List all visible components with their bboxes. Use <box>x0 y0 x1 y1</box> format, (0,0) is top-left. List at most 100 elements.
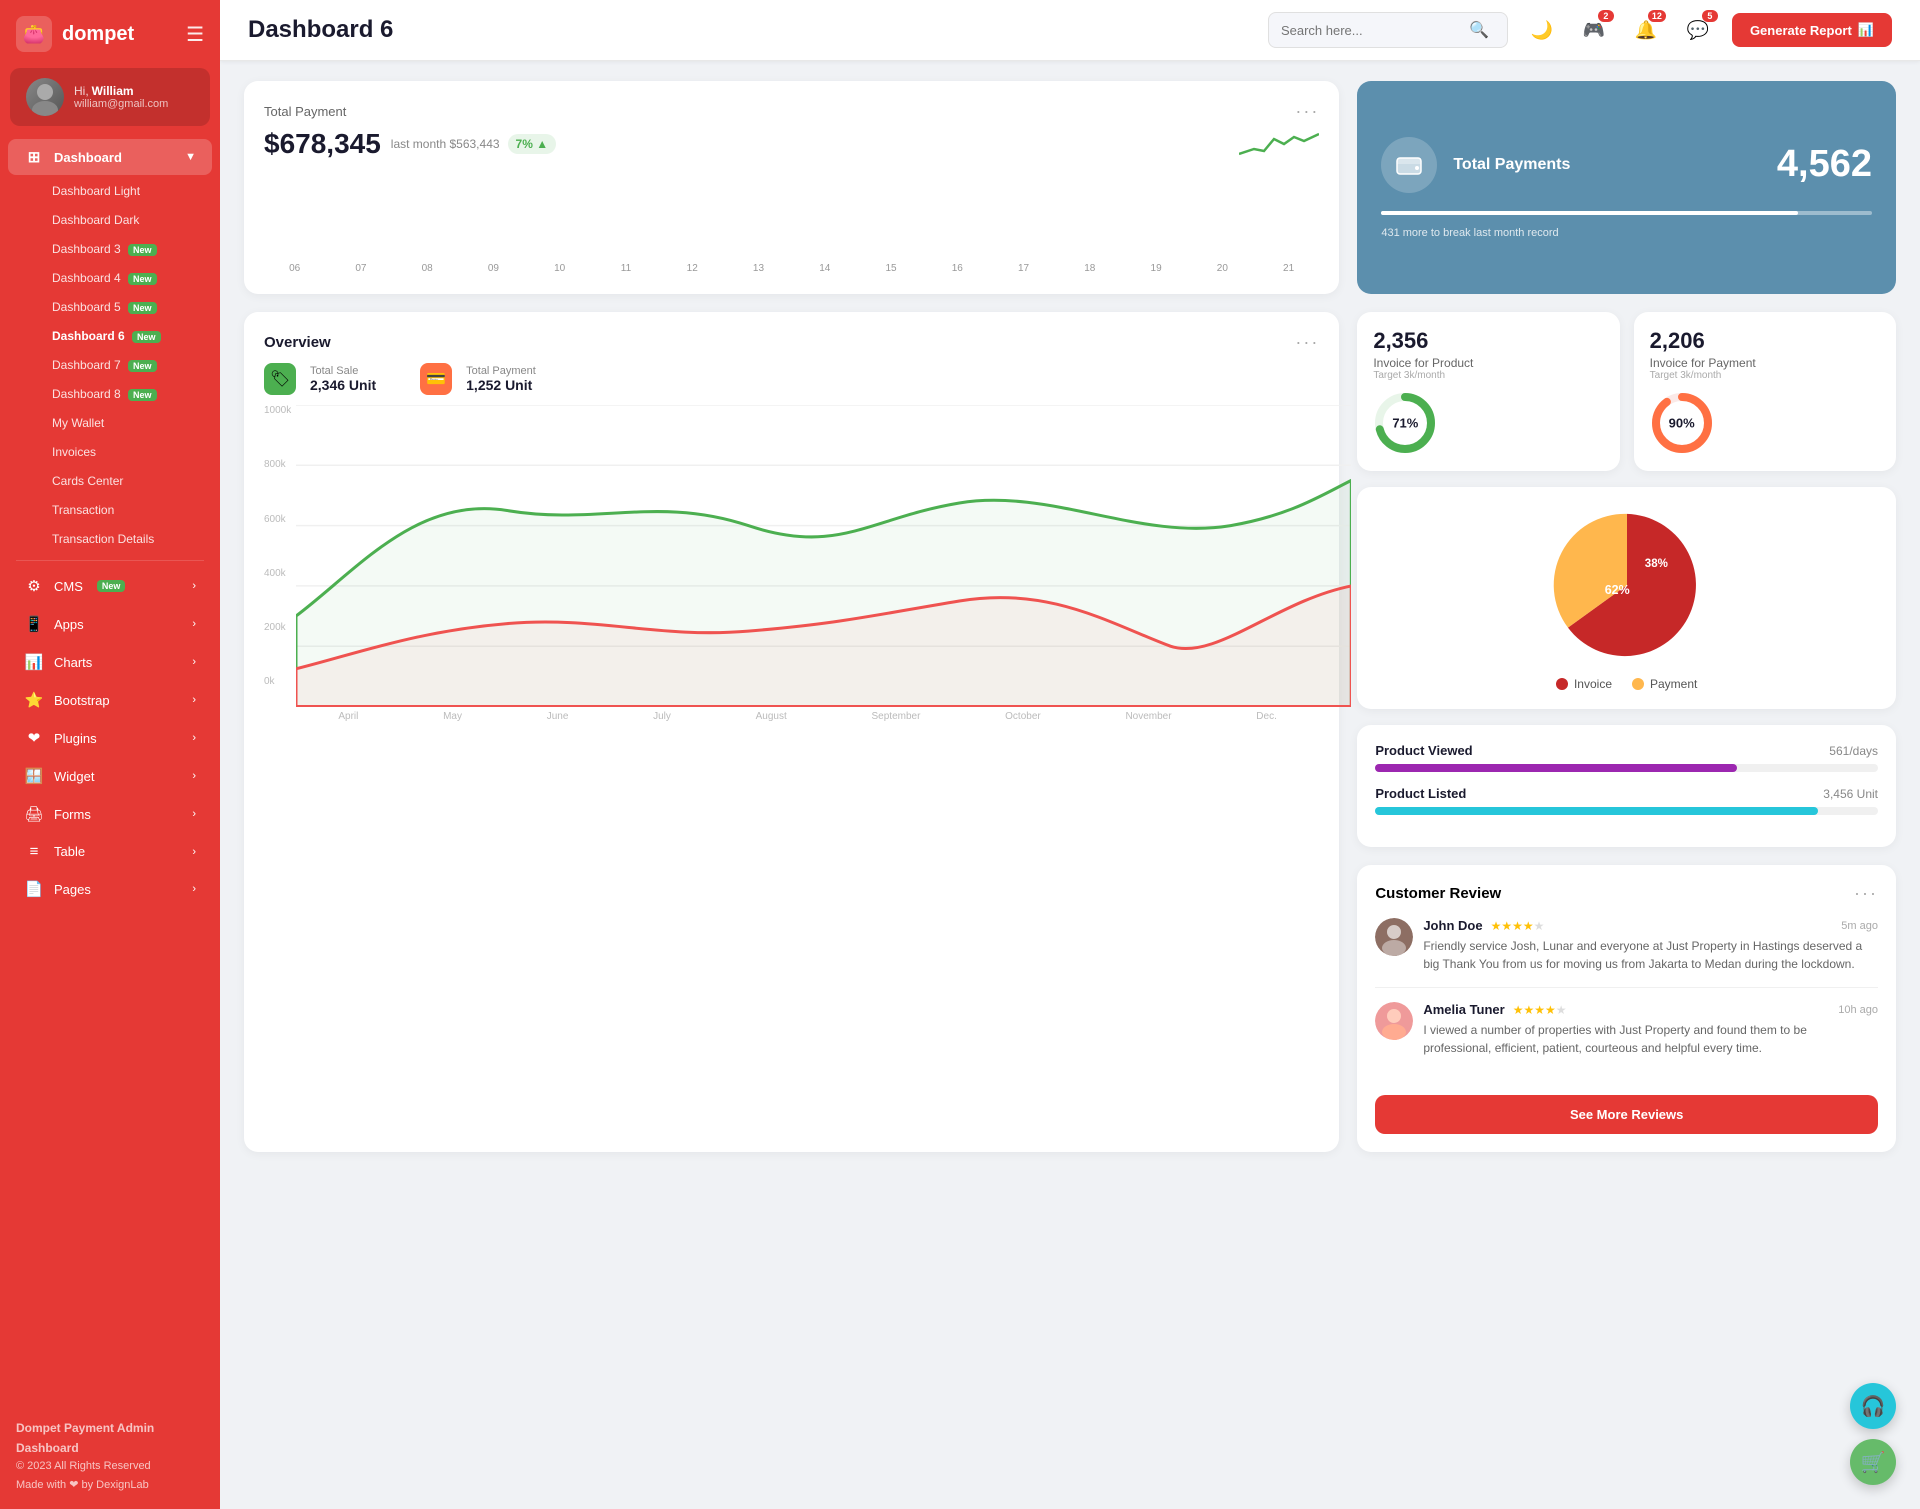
invoice-product-label: Invoice for Product <box>1373 356 1603 370</box>
bar-label: 14 <box>794 263 855 274</box>
fab-container: 🎧 🛒 <box>1850 1383 1896 1485</box>
total-payment-menu[interactable]: ··· <box>1295 101 1319 122</box>
sidebar-sub-item-invoices[interactable]: Invoices <box>16 438 212 466</box>
invoice-product-card: 2,356 Invoice for Product Target 3k/mont… <box>1357 312 1619 471</box>
invoice-product-number: 2,356 <box>1373 328 1603 354</box>
notification-btn[interactable]: 🔔 12 <box>1628 12 1664 48</box>
invoice-product-pct: 71% <box>1392 416 1418 431</box>
review-item-1: John Doe ★★★★★ 5m ago Friendly service J… <box>1375 918 1878 988</box>
user-profile[interactable]: Hi, William william@gmail.com <box>10 68 210 126</box>
sidebar-item-dashboard[interactable]: ⊞ Dashboard ▼ <box>8 139 212 175</box>
table-icon: ≡ <box>24 843 44 860</box>
product-viewed-value: 561/days <box>1829 744 1878 758</box>
footer-copyright: © 2023 All Rights Reserved <box>16 1458 204 1476</box>
sidebar-sub-item-wallet[interactable]: My Wallet <box>16 409 212 437</box>
payment-legend-dot <box>1632 678 1644 690</box>
theme-toggle-btn[interactable]: 🌙 <box>1524 12 1560 48</box>
moon-icon: 🌙 <box>1531 20 1553 41</box>
overview-menu[interactable]: ··· <box>1295 332 1319 353</box>
product-listed-value: 3,456 Unit <box>1823 787 1878 801</box>
blue-card-subtitle: 431 more to break last month record <box>1381 227 1872 239</box>
sidebar-sub-item-transaction[interactable]: Transaction <box>16 496 212 524</box>
brand: 👛 dompet ☰ <box>0 0 220 68</box>
sidebar-sub-item-dash-5[interactable]: Dashboard 5 New <box>16 293 212 321</box>
sidebar-item-bootstrap[interactable]: ⭐ Bootstrap › <box>8 682 212 718</box>
sidebar-item-forms[interactable]: 🖨 Forms › <box>8 796 212 832</box>
sidebar-sub-item-dash-light[interactable]: Dashboard Light <box>16 177 212 205</box>
sidebar-item-cms[interactable]: ⚙ CMS New › <box>8 568 212 604</box>
brand-name: dompet <box>62 23 134 46</box>
bar-chart-labels: 06070809101112131415161718192021 <box>264 263 1319 274</box>
reviewer-name-1: John Doe <box>1423 918 1482 933</box>
total-payment-legend-label: Total Payment <box>466 365 536 377</box>
review-time-1: 5m ago <box>1841 920 1878 932</box>
chat-icon: 💬 <box>1687 20 1709 41</box>
pages-label: Pages <box>54 882 91 897</box>
search-input[interactable] <box>1281 23 1461 38</box>
sidebar-item-plugins[interactable]: ❤ Plugins › <box>8 720 212 756</box>
payment-legend: Payment <box>1632 677 1697 691</box>
main-area: Dashboard 6 🔍 🌙 🎮 2 🔔 12 💬 5 Generate Re… <box>220 0 1920 1509</box>
page-title: Dashboard 6 <box>248 16 1252 44</box>
blue-progress-bar <box>1381 211 1872 215</box>
avatar-img <box>26 78 64 116</box>
review-menu[interactable]: ··· <box>1854 883 1878 904</box>
overview-title: Overview <box>264 334 331 351</box>
sidebar-item-widget[interactable]: 🪟 Widget › <box>8 758 212 794</box>
sidebar-item-table[interactable]: ≡ Table › <box>8 834 212 869</box>
see-more-reviews-button[interactable]: See More Reviews <box>1375 1095 1878 1134</box>
bar-label: 08 <box>397 263 458 274</box>
sidebar-sub-item-dash-3[interactable]: Dashboard 3 New <box>16 235 212 263</box>
svg-text:62%: 62% <box>1604 583 1629 597</box>
sidebar-item-pages[interactable]: 📄 Pages › <box>8 871 212 907</box>
bar-label: 17 <box>993 263 1054 274</box>
controller-btn[interactable]: 🎮 2 <box>1576 12 1612 48</box>
hamburger-menu[interactable]: ☰ <box>186 22 204 47</box>
product-listed-progress <box>1375 807 1878 815</box>
bar-chart: 06070809101112131415161718192021 <box>264 174 1319 274</box>
fab-support-button[interactable]: 🎧 <box>1850 1383 1896 1429</box>
dashboard-label: Dashboard <box>54 150 122 165</box>
sidebar-sub-item-cards[interactable]: Cards Center <box>16 467 212 495</box>
forms-icon: 🖨 <box>24 805 44 823</box>
area-chart-svg <box>296 405 1351 707</box>
fab-cart-button[interactable]: 🛒 <box>1850 1439 1896 1485</box>
sidebar-item-charts[interactable]: 📊 Charts › <box>8 644 212 680</box>
svg-text:38%: 38% <box>1644 558 1667 570</box>
sidebar-sub-item-dash-4[interactable]: Dashboard 4 New <box>16 264 212 292</box>
chat-btn[interactable]: 💬 5 <box>1680 12 1716 48</box>
product-viewed-stat: Product Viewed 561/days <box>1375 743 1878 772</box>
total-sale-label: Total Sale <box>310 365 376 377</box>
bar-label: 10 <box>529 263 590 274</box>
chart-bar-icon: 📊 <box>1858 22 1874 38</box>
headset-icon: 🎧 <box>1861 1394 1886 1419</box>
bar-label: 11 <box>595 263 656 274</box>
chevron-right-icon-8: › <box>192 846 196 858</box>
sidebar-footer: Dompet Payment Admin Dashboard © 2023 Al… <box>0 1405 220 1509</box>
total-payment-title: Total Payment <box>264 104 346 119</box>
sidebar-item-apps[interactable]: 📱 Apps › <box>8 606 212 642</box>
invoice-payment-pct: 90% <box>1669 416 1695 431</box>
sidebar-sub-item-dash-6[interactable]: Dashboard 6 New <box>16 322 212 350</box>
sidebar-sub-item-trans-details[interactable]: Transaction Details <box>16 525 212 553</box>
bar-label: 13 <box>728 263 789 274</box>
search-box: 🔍 <box>1268 12 1508 48</box>
bootstrap-icon: ⭐ <box>24 691 44 709</box>
apps-label: Apps <box>54 617 84 632</box>
avatar <box>26 78 64 116</box>
generate-report-button[interactable]: Generate Report 📊 <box>1732 13 1892 47</box>
total-sale-value: 2,346 Unit <box>310 377 376 393</box>
invoice-legend-label: Invoice <box>1574 677 1612 691</box>
chevron-down-icon: ▼ <box>185 151 196 163</box>
sidebar: 👛 dompet ☰ Hi, William william@gmail.com… <box>0 0 220 1509</box>
divider <box>16 560 204 561</box>
invoice-product-target: Target 3k/month <box>1373 370 1603 381</box>
bar-label: 21 <box>1258 263 1319 274</box>
sidebar-sub-item-dash-dark[interactable]: Dashboard Dark <box>16 206 212 234</box>
cart-icon: 🛒 <box>1861 1450 1886 1475</box>
product-viewed-progress <box>1375 764 1878 772</box>
sidebar-sub-item-dash-7[interactable]: Dashboard 7 New <box>16 351 212 379</box>
sidebar-sub-item-dash-8[interactable]: Dashboard 8 New <box>16 380 212 408</box>
controller-icon: 🎮 <box>1583 20 1605 41</box>
chevron-right-icon-3: › <box>192 656 196 668</box>
